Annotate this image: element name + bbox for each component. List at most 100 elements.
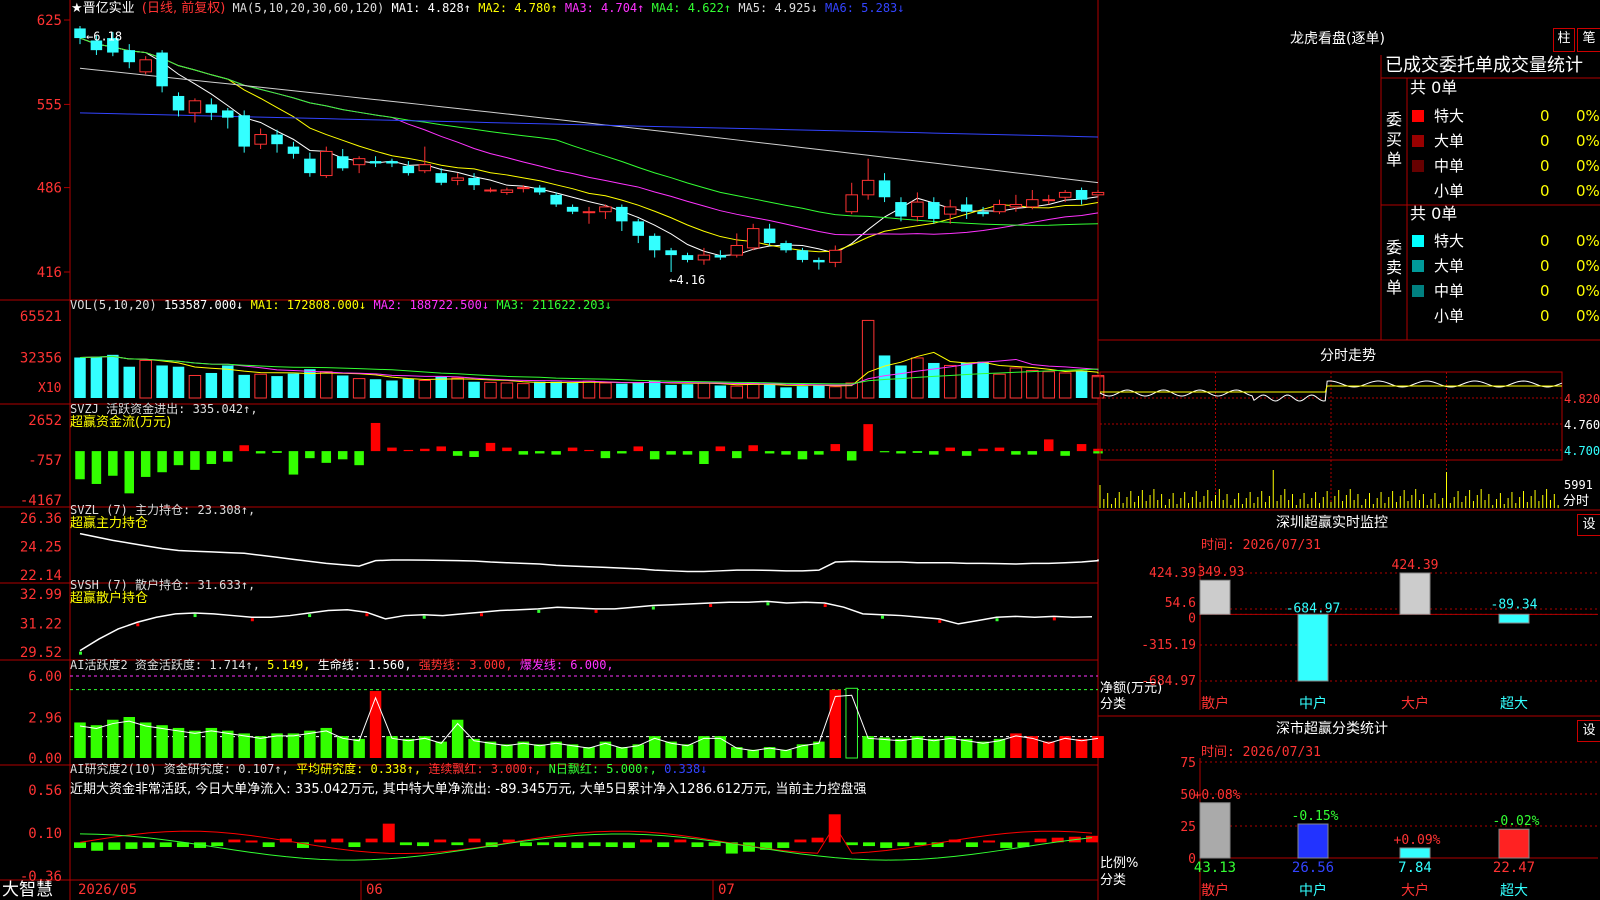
candle-body [238,115,250,147]
fund-flow-bar [305,451,315,459]
bar-mode-button[interactable]: 柱 [1553,28,1575,52]
cls-value-label: 22.47 [1493,860,1535,876]
sz-bar-value: -89.34 [1491,597,1538,612]
candle-body [500,189,514,193]
volume-bar [1075,370,1088,398]
retail-dot [136,623,140,627]
svsh-axis-label: 32.99 [20,587,62,603]
sz-monitor-title: 深圳超赢实时监控 [1276,515,1388,531]
cls-settings-button[interactable]: 设 [1577,720,1600,742]
ai-active-header: AI活跃度2 资金活跃度: 1.714↑, 5.149, 生命线: 1.560,… [70,658,614,672]
candle-body [861,179,875,196]
fund-flow-bar [781,451,791,455]
buy-row-percent: 0% [1576,157,1600,175]
research-bar [965,842,978,848]
candle-body [271,134,283,145]
cls-change-label: -0.02% [1493,814,1540,829]
fund-flow-bar [534,451,545,454]
fund-flow-bar [370,422,381,452]
retail-dot [880,615,884,619]
tick-mode-button[interactable]: 笔 [1577,28,1600,52]
candle-body [943,206,957,215]
price-panel-header: ★晋亿实业 (日线, 前复权) MA(5,10,20,30,60,120) MA… [71,1,905,16]
buy-row-percent: 0% [1576,107,1600,125]
buy-row-count: 0 [1540,132,1550,150]
intraday-vol-unit: 分时 [1563,494,1590,509]
cls-time: 时间: 2026/07/31 [1201,745,1321,760]
research-bar [640,839,653,843]
ai-research-nday: N日飘红: 5.000↑, [548,762,657,776]
vol-label: VOL(5,10,20) [70,298,157,312]
price-axis-label: 625 [37,13,62,29]
activity-bar [402,738,415,758]
candle-body [829,249,842,263]
ai-active-axis-label: 2.96 [28,711,62,727]
research-bar [519,842,532,847]
svzl-axis-label: 22.14 [20,568,62,584]
fund-flow-bar [518,451,529,455]
brand-logo[interactable]: 大智慧 [2,880,53,900]
candle-body [566,206,579,212]
ai-active-label: AI活跃度2 资金活跃度: 1.714↑, [70,658,260,672]
research-bar [142,842,155,848]
volume-bar [550,381,562,398]
candle-body [714,255,727,258]
fund-flow-bar [732,451,742,459]
cls-bar [1297,823,1329,859]
volume-bar [697,382,711,399]
fund-flow-bar [994,447,1005,452]
buy-order-label: 委买单 [1385,110,1402,169]
fund-flow-bar [1060,451,1070,456]
volume-bar [616,383,628,398]
candle-body [746,228,760,249]
volume-bar [369,379,382,398]
svsh-label: SVSH (7) 散户持仓: 31.633↑, [70,578,256,592]
candle-body [1009,203,1023,208]
volume-bar [648,380,661,398]
activity-bar [895,738,907,758]
fund-flow-bar [485,442,496,452]
sz-bar-value: -684.97 [1286,601,1341,616]
candle-body [665,250,677,256]
volume-bar [681,384,694,398]
sell-row-swatch [1412,260,1424,272]
svzj-axis-label: 2652 [28,413,62,429]
fund-flow-bar [1011,451,1021,455]
candle-body [533,187,546,193]
activity-bar [878,737,891,758]
sz-settings-button[interactable]: 设 [1577,514,1600,536]
ma5-value: MA5: 4.925↓ [731,1,818,15]
fund-flow-bar [764,451,775,454]
sz-axis-label: 54.6 [1165,596,1196,611]
volume-bar [829,386,842,399]
buy-row-swatch [1412,135,1424,147]
sell-order-label: 委卖单 [1385,238,1402,297]
vol-ma2: MA2: 188722.500↓ [373,298,490,312]
sell-row-count: 0 [1540,232,1550,250]
vol-header: VOL(5,10,20) 153587.000↓ MA1: 172808.000… [70,298,612,312]
candle-body [222,110,234,118]
volume-bar [796,386,809,398]
fund-flow-bar [617,451,627,454]
candle-body [1058,191,1072,198]
research-bar [1000,842,1013,848]
candle-body [632,221,645,236]
ai-active-axis-label: 0.00 [28,751,62,767]
retail-dot [193,614,197,618]
fund-flow-bar [682,451,693,455]
ma6-value: MA6: 5.283↓ [817,1,905,15]
candle-body [796,250,809,260]
fund-flow-bar [223,451,233,462]
activity-bar [928,738,940,758]
volume-bar [665,384,677,398]
fund-flow-bar [912,451,923,453]
cls-bar [1199,802,1231,859]
volume-bar [451,377,464,399]
stock-name[interactable]: ★晋亿实业 [71,1,135,16]
volume-bar [107,354,119,398]
fund-flow-bar [108,451,118,476]
ai-research-last: 0.338↓ [664,762,708,776]
retail-dot [709,604,713,608]
activity-bar [271,733,283,758]
research-bar [1086,835,1098,843]
